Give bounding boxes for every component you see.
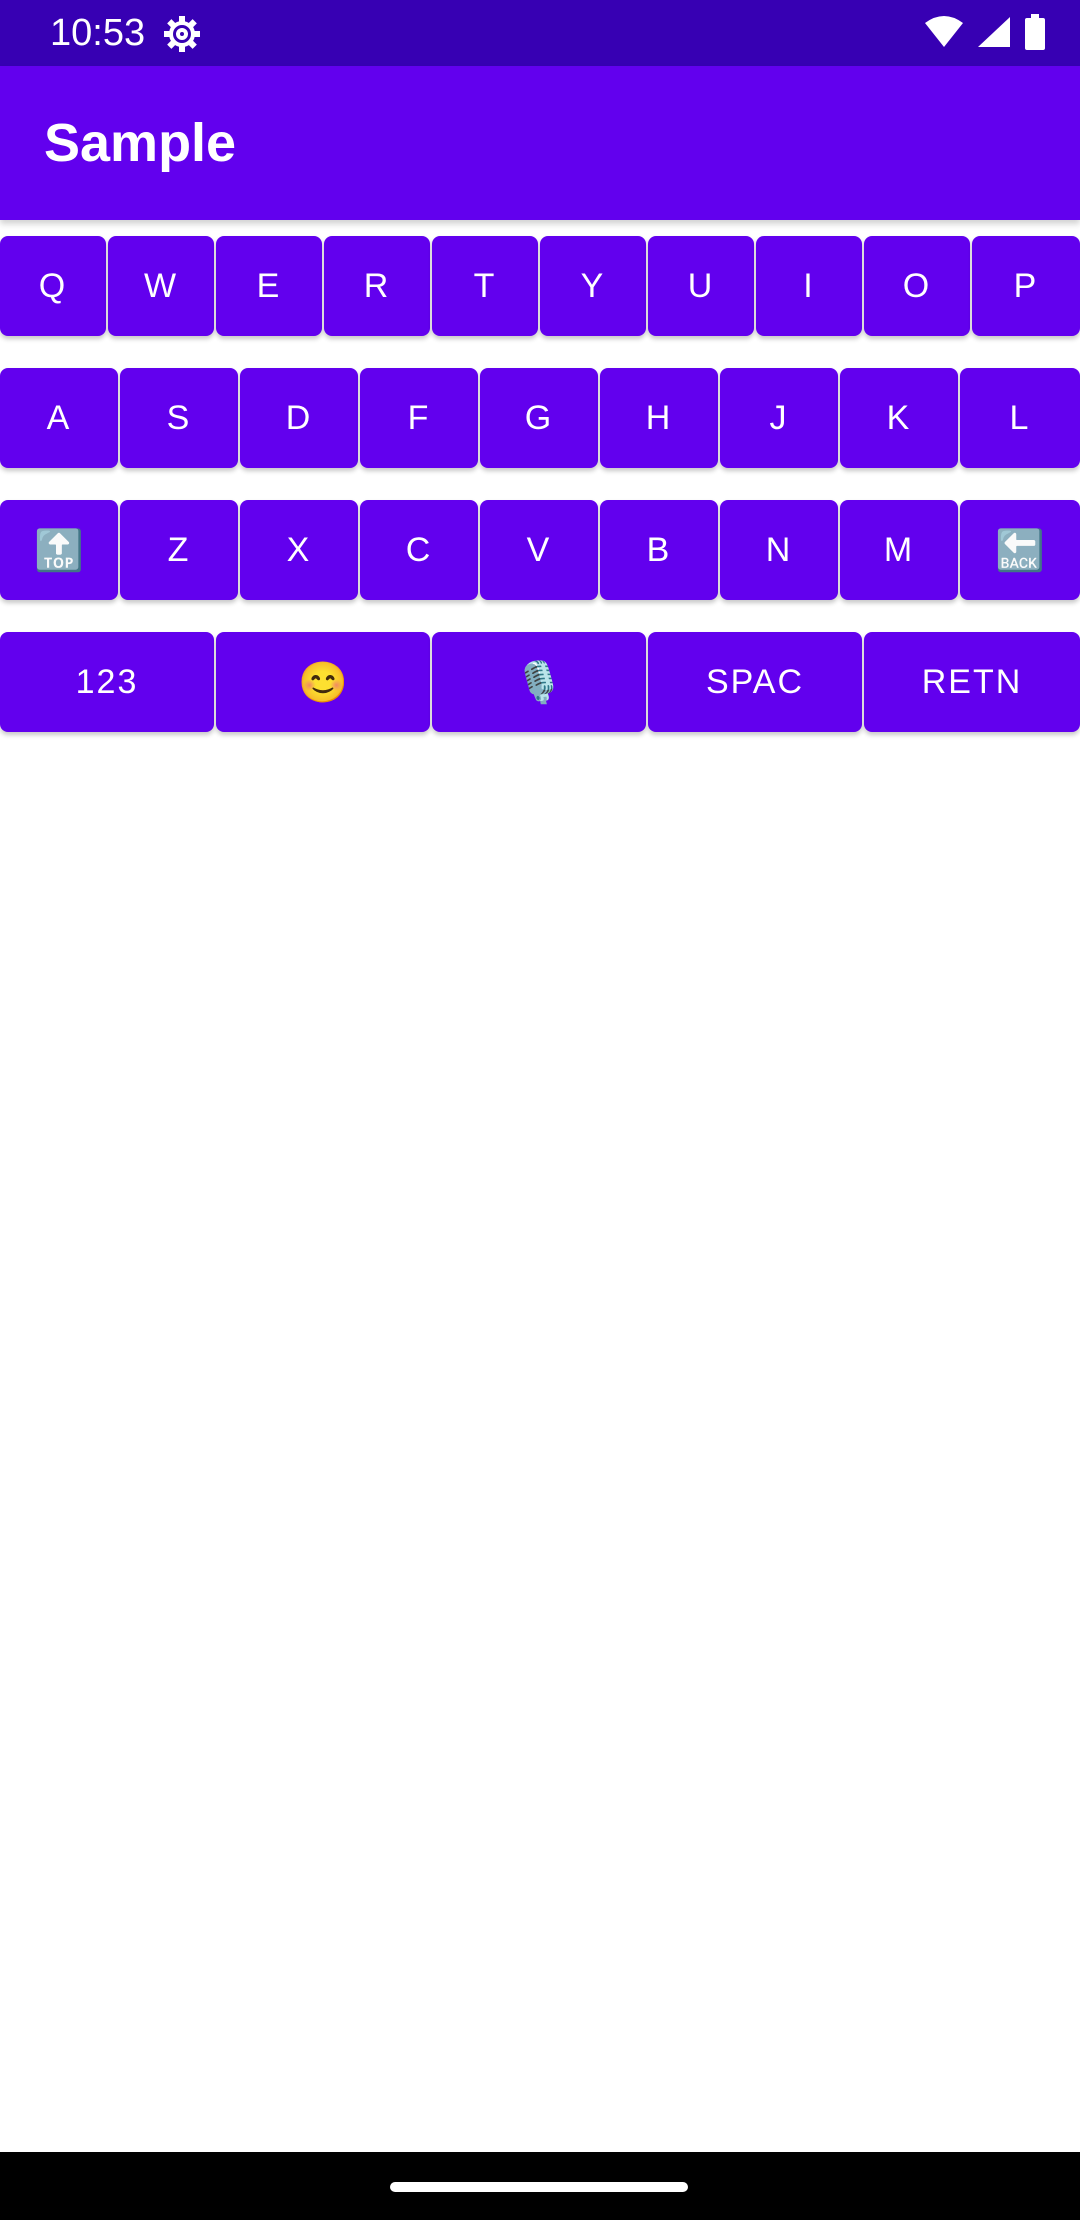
microphone-icon: 🎙️ — [514, 660, 564, 705]
key-o[interactable]: O — [864, 236, 970, 336]
key-q[interactable]: Q — [0, 236, 106, 336]
key-p[interactable]: P — [972, 236, 1080, 336]
key-w[interactable]: W — [108, 236, 214, 336]
key-g[interactable]: G — [480, 368, 598, 468]
key-v[interactable]: V — [480, 500, 598, 600]
status-time: 10:53 — [50, 12, 146, 54]
key-s[interactable]: S — [120, 368, 238, 468]
return-key[interactable]: RETN — [864, 632, 1080, 732]
back-arrow-icon: 🔙 — [995, 528, 1045, 573]
emoji-key[interactable]: 😊 — [216, 632, 430, 732]
key-i[interactable]: I — [756, 236, 862, 336]
screen: 10:53 Sample Q W E R T Y U I O P A S D F… — [0, 0, 1080, 2220]
battery-icon — [1024, 13, 1046, 55]
key-n[interactable]: N — [720, 500, 838, 600]
home-gesture-handle[interactable] — [390, 2182, 688, 2192]
key-m[interactable]: M — [840, 500, 958, 600]
status-bar: 10:53 — [0, 0, 1080, 66]
app-bar: Sample — [0, 66, 1080, 220]
key-h[interactable]: H — [600, 368, 718, 468]
key-row-2: A S D F G H J K L — [0, 368, 1080, 468]
key-d[interactable]: D — [240, 368, 358, 468]
key-k[interactable]: K — [840, 368, 958, 468]
top-arrow-icon: 🔝 — [34, 528, 84, 573]
key-y[interactable]: Y — [540, 236, 646, 336]
navigation-bar — [0, 2152, 1080, 2220]
gear-icon — [162, 14, 202, 54]
key-c[interactable]: C — [360, 500, 478, 600]
key-z[interactable]: Z — [120, 500, 238, 600]
backspace-key[interactable]: 🔙 — [960, 500, 1080, 600]
smile-emoji-icon: 😊 — [298, 660, 348, 705]
key-x[interactable]: X — [240, 500, 358, 600]
numbers-key[interactable]: 123 — [0, 632, 214, 732]
key-t[interactable]: T — [432, 236, 538, 336]
key-row-1: Q W E R T Y U I O P — [0, 236, 1080, 336]
key-b[interactable]: B — [600, 500, 718, 600]
space-key[interactable]: SPAC — [648, 632, 862, 732]
key-row-4: 123 😊 🎙️ SPAC RETN — [0, 632, 1080, 732]
key-l[interactable]: L — [960, 368, 1080, 468]
shift-key[interactable]: 🔝 — [0, 500, 118, 600]
key-f[interactable]: F — [360, 368, 478, 468]
app-title: Sample — [44, 113, 237, 173]
key-u[interactable]: U — [648, 236, 754, 336]
key-e[interactable]: E — [216, 236, 322, 336]
wifi-icon — [924, 15, 964, 54]
status-icons — [924, 13, 1046, 55]
key-r[interactable]: R — [324, 236, 430, 336]
voice-key[interactable]: 🎙️ — [432, 632, 646, 732]
signal-icon — [976, 15, 1012, 54]
key-row-3: 🔝 Z X C V B N M 🔙 — [0, 500, 1080, 600]
key-j[interactable]: J — [720, 368, 838, 468]
key-a[interactable]: A — [0, 368, 118, 468]
